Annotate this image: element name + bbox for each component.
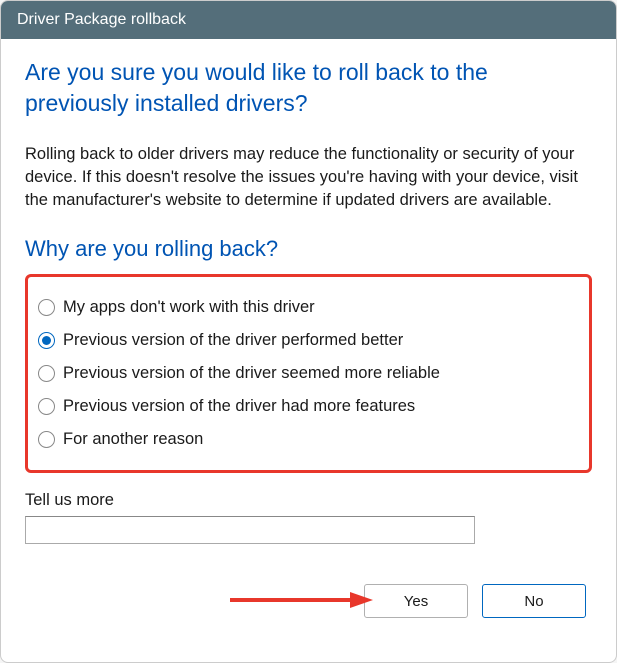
reason-option-performed-better[interactable]: Previous version of the driver performed… bbox=[38, 324, 579, 357]
reason-subheading: Why are you rolling back? bbox=[25, 236, 592, 262]
annotation-arrow-icon bbox=[225, 590, 375, 610]
radio-icon bbox=[38, 299, 55, 316]
main-heading: Are you sure you would like to roll back… bbox=[25, 57, 592, 119]
reason-option-more-features[interactable]: Previous version of the driver had more … bbox=[38, 390, 579, 423]
tell-more-label: Tell us more bbox=[25, 491, 592, 510]
window-title: Driver Package rollback bbox=[17, 11, 186, 28]
titlebar[interactable]: Driver Package rollback bbox=[1, 1, 616, 39]
radio-label: Previous version of the driver seemed mo… bbox=[63, 364, 440, 383]
radio-icon bbox=[38, 398, 55, 415]
button-row: Yes No bbox=[25, 584, 592, 618]
radio-label: My apps don't work with this driver bbox=[63, 298, 315, 317]
reason-option-another[interactable]: For another reason bbox=[38, 423, 579, 456]
radio-label: For another reason bbox=[63, 430, 203, 449]
radio-icon bbox=[38, 365, 55, 382]
reason-radio-group: My apps don't work with this driver Prev… bbox=[25, 274, 592, 473]
reason-option-more-reliable[interactable]: Previous version of the driver seemed mo… bbox=[38, 357, 579, 390]
dialog-content: Are you sure you would like to roll back… bbox=[1, 39, 616, 662]
radio-label: Previous version of the driver performed… bbox=[63, 331, 403, 350]
dialog-window: Driver Package rollback Are you sure you… bbox=[0, 0, 617, 663]
description-text: Rolling back to older drivers may reduce… bbox=[25, 143, 592, 212]
radio-label: Previous version of the driver had more … bbox=[63, 397, 415, 416]
reason-option-apps[interactable]: My apps don't work with this driver bbox=[38, 291, 579, 324]
no-button[interactable]: No bbox=[482, 584, 586, 618]
tell-more-section: Tell us more bbox=[25, 491, 592, 544]
radio-icon bbox=[38, 431, 55, 448]
yes-button[interactable]: Yes bbox=[364, 584, 468, 618]
tell-more-input[interactable] bbox=[25, 516, 475, 544]
radio-icon bbox=[38, 332, 55, 349]
